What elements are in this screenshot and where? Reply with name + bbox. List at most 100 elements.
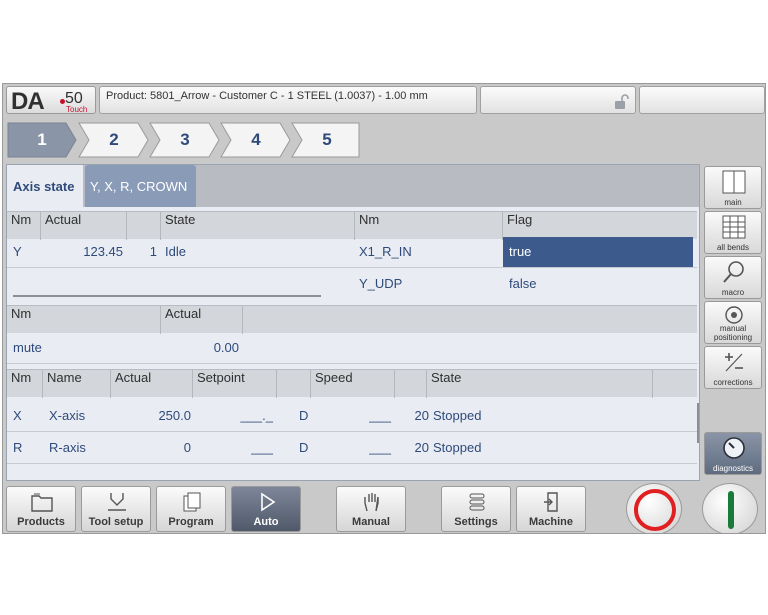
logo-brand: DA bbox=[11, 88, 45, 115]
machine-button[interactable]: Machine bbox=[516, 486, 586, 532]
manual-positioning-label-1: manual bbox=[719, 324, 747, 333]
table1-header: Nm Actual State Nm Flag bbox=[7, 211, 697, 240]
stop-button[interactable] bbox=[626, 483, 682, 533]
step-tab-2[interactable]: 2 bbox=[78, 122, 150, 158]
flag-name[interactable]: Y_UDP bbox=[359, 269, 402, 299]
axis-row-speed-blank[interactable]: ___ bbox=[311, 401, 391, 431]
product-info[interactable]: Product: 5801_Arrow - Customer C - 1 STE… bbox=[99, 86, 477, 114]
gauge-icon bbox=[723, 437, 745, 459]
step-label: 3 bbox=[180, 130, 190, 149]
axis-row-setpoint[interactable]: ___._ bbox=[193, 401, 273, 431]
manual-button[interactable]: Manual bbox=[336, 486, 406, 532]
col-nm: Nm bbox=[7, 370, 43, 398]
col-flag: Flag bbox=[507, 212, 533, 227]
machine-label: Machine bbox=[528, 516, 573, 528]
program-label: Program bbox=[168, 516, 214, 528]
tool-setup-label: Tool setup bbox=[88, 516, 144, 528]
stop-circle-icon bbox=[634, 489, 676, 531]
settings-label: Settings bbox=[454, 516, 498, 528]
folder-icon bbox=[31, 493, 53, 512]
col-blank bbox=[395, 370, 427, 398]
col-actual: Actual bbox=[41, 212, 127, 240]
axis-nm: Y bbox=[13, 244, 22, 259]
axis-row-speed-blank[interactable]: ___ bbox=[311, 433, 391, 463]
tool-icon bbox=[108, 493, 126, 511]
macro-button[interactable]: macro bbox=[704, 256, 762, 299]
program-button[interactable]: Program bbox=[156, 486, 226, 532]
da50-touch-logo: DA 50 Touch bbox=[6, 86, 96, 115]
main-button[interactable]: main bbox=[704, 166, 762, 209]
col-speed: Speed bbox=[311, 370, 395, 398]
step-tab-5[interactable]: 5 bbox=[291, 122, 363, 158]
all-bends-button[interactable]: all bends bbox=[704, 211, 762, 254]
settings-button[interactable]: Settings bbox=[441, 486, 511, 532]
row-divider bbox=[7, 267, 697, 268]
axis-row-setpoint[interactable]: ___ bbox=[193, 433, 273, 463]
col-nm2: Nm bbox=[355, 212, 503, 240]
manual-positioning-button[interactable]: manual positioning bbox=[704, 301, 762, 344]
corrections-button[interactable]: corrections bbox=[704, 346, 762, 389]
list-settings-icon bbox=[469, 493, 485, 511]
axis-row-speed: 20 bbox=[414, 440, 429, 455]
step-tab-1[interactable]: 1 bbox=[6, 122, 78, 158]
horizontal-scrollbar[interactable] bbox=[13, 295, 321, 297]
exit-door-icon bbox=[544, 492, 558, 512]
start-button[interactable] bbox=[702, 483, 758, 533]
unlock-icon bbox=[615, 94, 629, 109]
tab-y-x-r-crown[interactable]: Y, X, R, CROWN bbox=[85, 165, 196, 207]
step-label: 2 bbox=[109, 130, 119, 149]
products-label: Products bbox=[17, 516, 65, 528]
flag-value[interactable]: false bbox=[509, 269, 536, 299]
manual-label: Manual bbox=[352, 516, 390, 528]
axis-actual: 123.45 bbox=[83, 244, 123, 259]
row-divider bbox=[7, 363, 697, 364]
flag-name[interactable]: X1_R_IN bbox=[359, 237, 412, 267]
header-right-field[interactable] bbox=[639, 86, 765, 114]
auto-button[interactable]: Auto bbox=[231, 486, 301, 532]
axis-row-direction: D bbox=[299, 408, 309, 423]
step-label: 1 bbox=[37, 130, 47, 149]
axis-state: Idle bbox=[165, 244, 186, 259]
col-blank bbox=[127, 212, 161, 240]
step-label: 5 bbox=[322, 130, 332, 149]
step-tab-3[interactable]: 3 bbox=[149, 122, 221, 158]
col-name: Name bbox=[43, 370, 111, 398]
all-bends-label: all bends bbox=[716, 243, 750, 252]
dial-icon bbox=[725, 306, 743, 324]
step-tab-4[interactable]: 4 bbox=[220, 122, 292, 158]
app-screen: DA 50 Touch Product: 5801_Arrow - Custom… bbox=[2, 83, 766, 534]
flag-value-selected[interactable]: true bbox=[503, 237, 693, 267]
main-label: main bbox=[724, 198, 742, 207]
col-setpoint: Setpoint bbox=[193, 370, 277, 398]
axis-row-state: Stopped bbox=[433, 408, 482, 423]
axis-row-actual: 0 bbox=[183, 440, 191, 455]
col-state: State bbox=[161, 212, 355, 240]
axis-number: 1 bbox=[149, 244, 157, 259]
axis-row-actual: 250.0 bbox=[158, 408, 191, 423]
play-icon bbox=[261, 492, 276, 512]
mute-actual: 0.00 bbox=[213, 340, 239, 355]
mute-nm: mute bbox=[13, 340, 42, 355]
step-label: 4 bbox=[251, 130, 261, 149]
table2-header: Nm Actual bbox=[7, 305, 697, 334]
panel-tabbar: Axis state Y, X, R, CROWN bbox=[7, 165, 699, 207]
diagnostics-label: diagnostics bbox=[712, 464, 754, 473]
grid-list-icon bbox=[722, 215, 746, 239]
diagnostics-button[interactable]: diagnostics bbox=[704, 432, 762, 475]
main-view-icon bbox=[722, 170, 746, 194]
tool-setup-button[interactable]: Tool setup bbox=[81, 486, 151, 532]
col-state: State bbox=[427, 370, 653, 398]
axis-row-speed: 20 bbox=[414, 408, 429, 423]
bend-steps: 1 2 3 4 5 bbox=[6, 122, 366, 160]
axis-row-nm: X bbox=[13, 408, 22, 423]
vertical-scrollbar[interactable] bbox=[697, 403, 699, 443]
macro-label: macro bbox=[721, 288, 745, 297]
auto-label: Auto bbox=[253, 516, 279, 528]
col-actual: Actual bbox=[111, 370, 193, 398]
table3-header: Nm Name Actual Setpoint Speed State bbox=[7, 369, 697, 398]
products-button[interactable]: Products bbox=[6, 486, 76, 532]
header-status-field[interactable] bbox=[480, 86, 636, 114]
bottom-navigation: Products Tool setup Program Auto Manual … bbox=[3, 483, 765, 533]
pages-icon bbox=[183, 492, 201, 512]
tab-axis-state[interactable]: Axis state bbox=[7, 165, 83, 207]
